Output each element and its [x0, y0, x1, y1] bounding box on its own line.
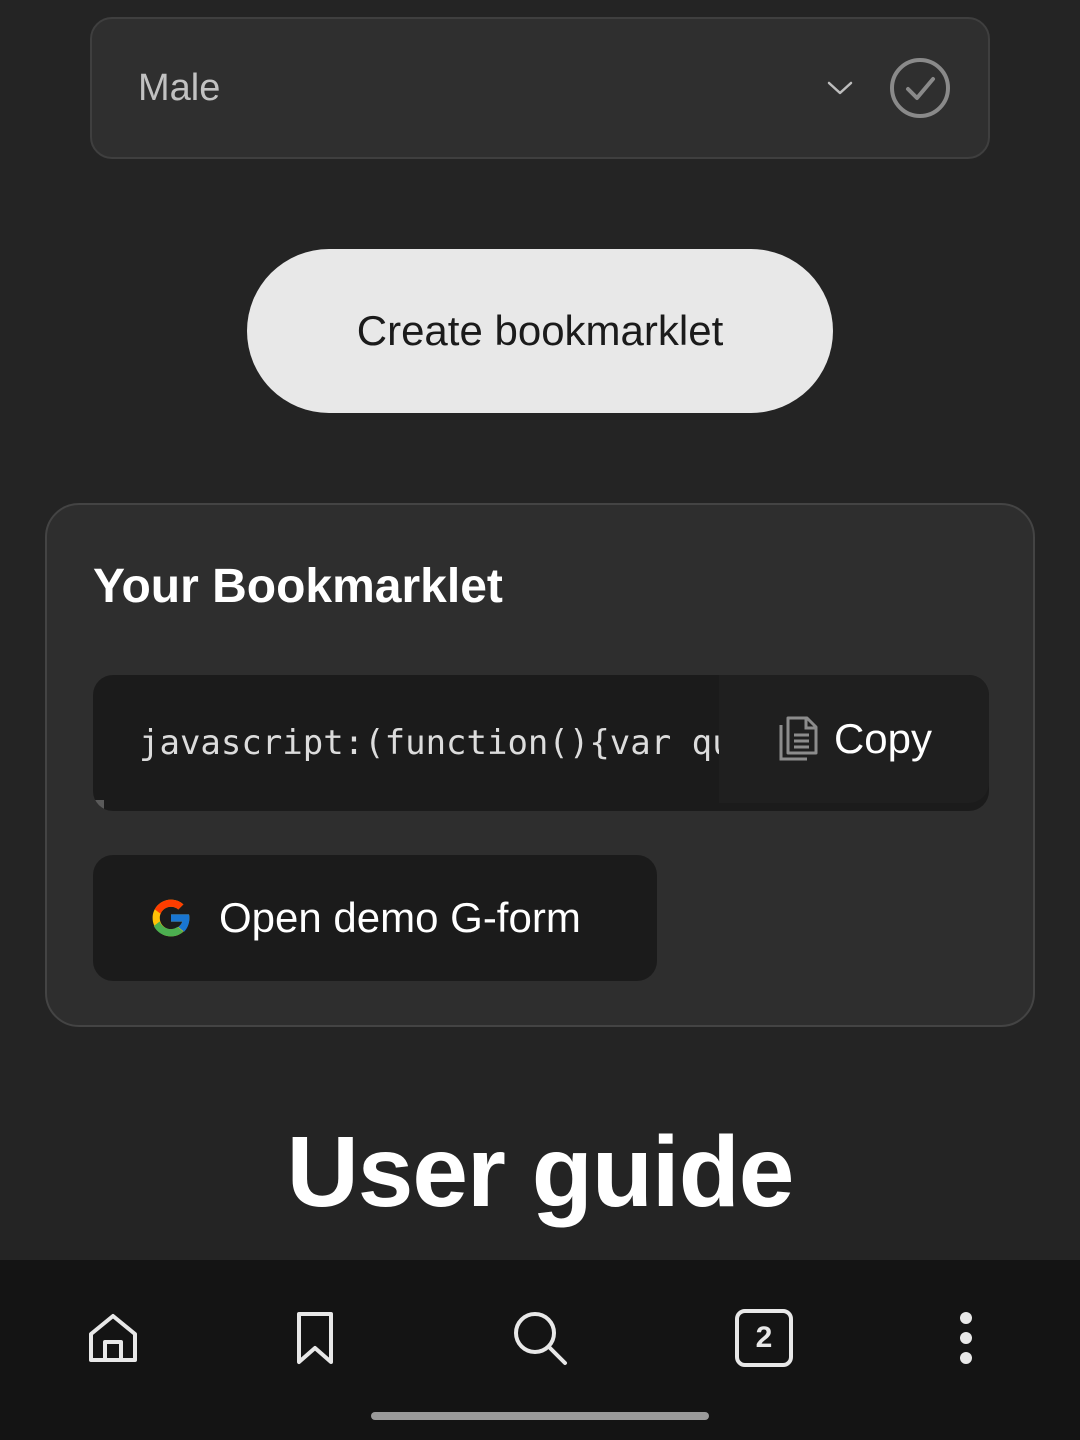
gender-select-value: Male [138, 66, 221, 109]
copy-button[interactable]: Copy [719, 675, 989, 803]
google-g-icon [152, 899, 191, 937]
search-button[interactable] [500, 1298, 580, 1378]
horizontal-scrollbar[interactable] [93, 800, 104, 811]
bottom-nav-bar: 2 [0, 1260, 1080, 1440]
gender-select[interactable]: Male [90, 17, 990, 159]
home-icon [89, 1314, 137, 1362]
home-indicator[interactable] [371, 1412, 709, 1420]
gform-label: Open demo G-form [219, 894, 581, 941]
check-circle-icon [890, 58, 950, 118]
copy-label: Copy [833, 715, 933, 762]
chevron-down-icon [827, 81, 853, 95]
bookmarklet-code-text[interactable]: javascript:(function(){var qu [139, 675, 719, 811]
bookmarklet-code-field[interactable]: javascript:(function(){var qu Copy [93, 675, 989, 811]
open-demo-gform-button[interactable]: Open demo G-form [93, 855, 657, 981]
bookmarklet-card: Your Bookmarklet javascript:(function(){… [45, 503, 1035, 1027]
copy-icon [779, 716, 818, 761]
tab-count: 2 [755, 1321, 773, 1354]
tabs-button[interactable]: 2 [724, 1298, 804, 1378]
bookmark-icon [297, 1312, 333, 1364]
page: Male Create bookmarklet Your Bookmarklet… [0, 0, 1080, 1440]
create-bookmarklet-button[interactable]: Create bookmarklet [247, 249, 833, 413]
search-icon [514, 1312, 567, 1365]
more-icon [960, 1312, 972, 1364]
bookmarks-button[interactable] [275, 1298, 355, 1378]
home-button[interactable] [73, 1298, 153, 1378]
section-title: User guide [286, 1116, 795, 1228]
more-menu-button[interactable] [926, 1298, 1006, 1378]
card-title: Your Bookmarklet [93, 560, 503, 613]
